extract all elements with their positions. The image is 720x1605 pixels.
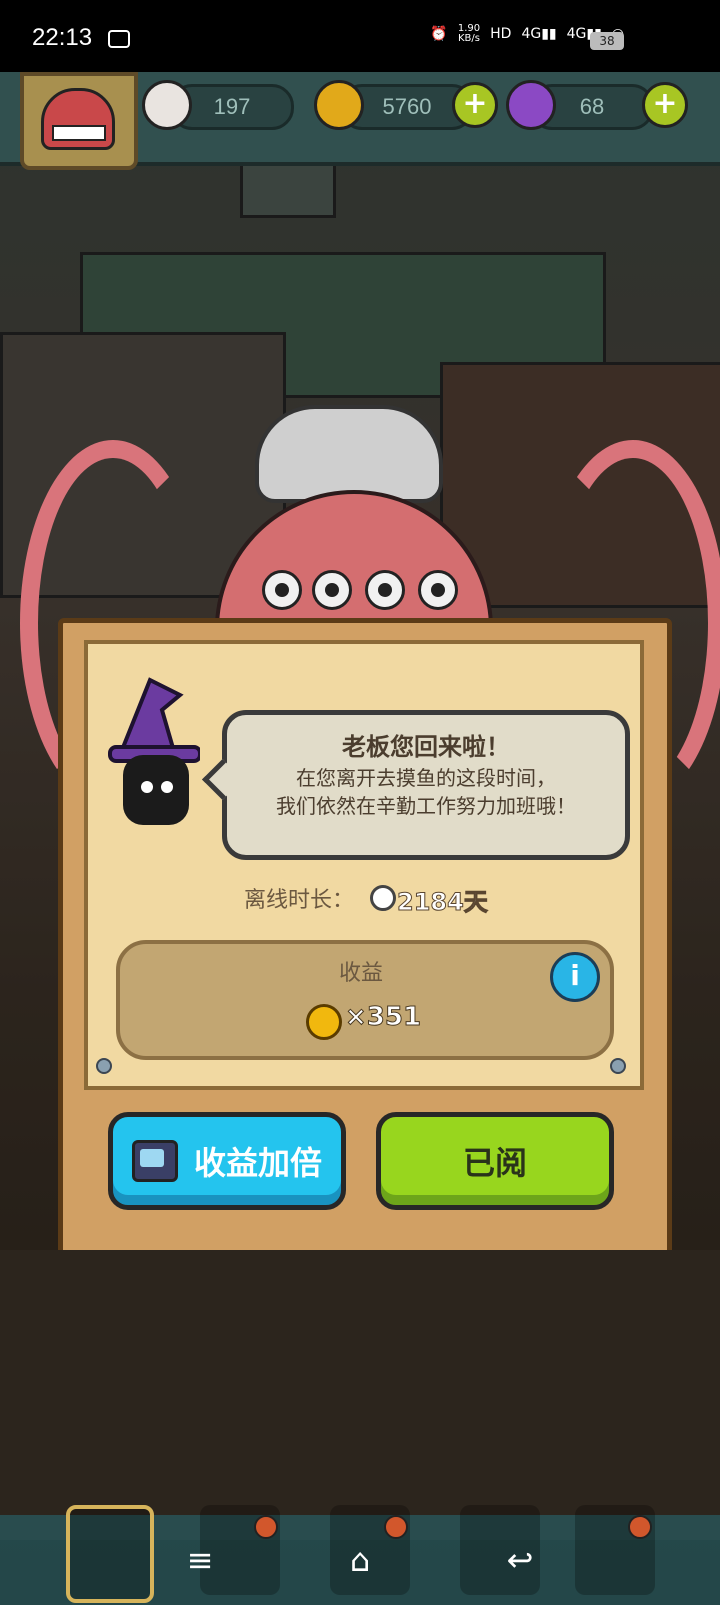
battery-icon: 38 [590, 32, 624, 50]
clock-icon [370, 885, 396, 911]
monster-eye [312, 570, 352, 610]
alarm-icon: ⏰ [430, 26, 448, 42]
speech-bubble-text: 老板您回来啦！ 在您离开去摸鱼的这段时间， 我们依然在辛勤工作努力加班哦！ [222, 730, 630, 820]
back-icon[interactable]: ↩ [498, 1540, 542, 1580]
double-income-label: 收益加倍 [193, 1144, 322, 1182]
avatar-teeth [52, 125, 106, 141]
app-notification-icon [108, 30, 130, 48]
add-potion-button[interactable]: + [642, 82, 688, 128]
scene-floor [0, 1250, 720, 1540]
hd-icon: HD [490, 26, 512, 42]
monster-eye [365, 570, 405, 610]
read-button-label: 已阅 [462, 1144, 527, 1182]
notification-badge [384, 1515, 408, 1539]
witch-eye [141, 781, 153, 793]
offline-duration-value: 2184天 [397, 888, 489, 917]
menu-icon[interactable]: ≡ [178, 1540, 222, 1580]
signal-icon: 4G▮▮ [521, 26, 557, 42]
monster-avatar-icon [41, 88, 115, 150]
coin-icon [306, 1004, 342, 1040]
bubble-title: 老板您回来啦！ [342, 733, 510, 761]
player-avatar[interactable] [20, 72, 138, 170]
network-speed-unit: KB/s [457, 33, 480, 44]
read-button[interactable]: 已阅 [376, 1112, 614, 1210]
monster-eye [418, 570, 458, 610]
status-bar: 22:13 ⏰ 1.90 KB/s HD 4G▮▮ 4G▮▮ ◠ 38 [0, 0, 720, 72]
home-icon[interactable]: ⌂ [338, 1540, 382, 1580]
chef-hat [255, 405, 443, 503]
witch-character [123, 755, 189, 825]
eyeball-icon [142, 80, 192, 130]
tv-icon [131, 1140, 178, 1182]
potion-icon [506, 80, 556, 130]
network-speed: 1.90 KB/s [458, 24, 480, 44]
coin-icon [314, 80, 364, 130]
offline-duration-label: 离线时长： [244, 888, 355, 913]
add-coin-button[interactable]: + [452, 82, 498, 128]
monster-eye [262, 570, 302, 610]
rivet [610, 1058, 626, 1074]
info-button[interactable]: i [550, 952, 600, 1002]
witch-eye [161, 781, 173, 793]
notification-badge [254, 1515, 278, 1539]
double-income-button[interactable]: 收益加倍 [108, 1112, 346, 1210]
tab-building[interactable] [66, 1505, 154, 1603]
income-value: ×351 [344, 1002, 422, 1033]
bubble-line-2: 我们依然在辛勤工作努力加班哦！ [276, 794, 576, 818]
notification-badge [628, 1515, 652, 1539]
income-label: 收益 [338, 961, 383, 986]
status-time: 22:13 [32, 24, 93, 51]
rivet [96, 1058, 112, 1074]
bubble-line-1: 在您离开去摸鱼的这段时间， [296, 766, 556, 790]
